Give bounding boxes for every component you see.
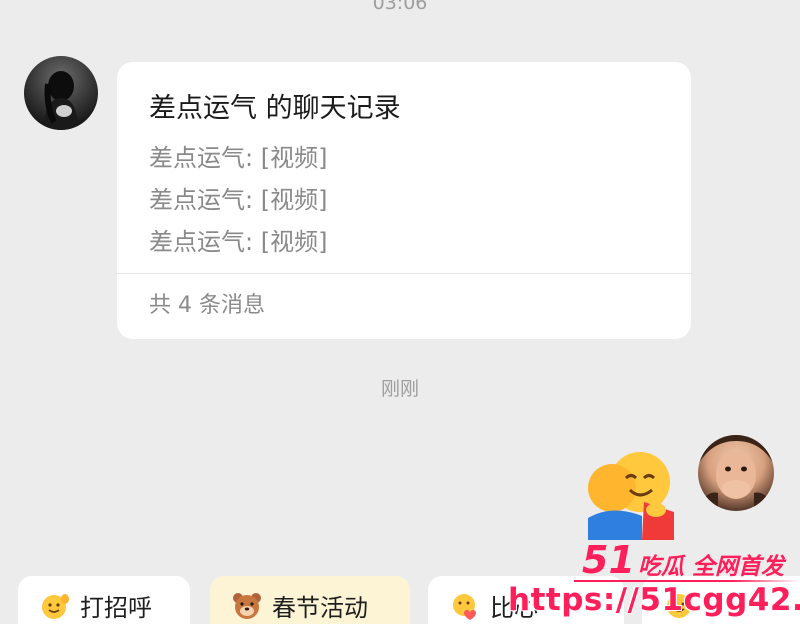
waving-emoji-icon bbox=[42, 594, 69, 619]
hug-emoji-icon[interactable] bbox=[582, 448, 682, 540]
watermark-badge: 51 bbox=[582, 538, 635, 582]
card-message-line: 差点运气: [视频] bbox=[149, 186, 328, 214]
quick-reply-label: 打招呼 bbox=[80, 593, 152, 622]
card-title: 差点运气 的聊天记录 bbox=[149, 93, 401, 124]
quick-reply-greet-button[interactable]: 打招呼 bbox=[18, 576, 190, 624]
avatar-portrait-image bbox=[44, 71, 78, 130]
chat-screen: 03:06 差点运气 的聊天记录 差点运气: [视频] 差点运气: [视频] 差… bbox=[0, 0, 800, 624]
heart-hands-emoji-icon bbox=[453, 594, 476, 620]
sender-avatar[interactable] bbox=[24, 56, 98, 130]
quick-reply-label: 春节活动 bbox=[272, 593, 368, 622]
quick-reply-spring-festival-button[interactable]: 春节活动 bbox=[210, 576, 410, 624]
hug-sticker-graphic bbox=[588, 452, 674, 540]
message-timestamp: 刚刚 bbox=[380, 378, 419, 400]
message-timestamp: 03:06 bbox=[372, 0, 428, 14]
card-message-count: 共 4 条消息 bbox=[149, 293, 265, 318]
chat-history-card[interactable]: 差点运气 的聊天记录 差点运气: [视频] 差点运气: [视频] 差点运气: [… bbox=[117, 62, 691, 339]
card-message-line: 差点运气: [视频] bbox=[149, 144, 328, 172]
own-avatar[interactable] bbox=[698, 435, 774, 511]
card-message-line: 差点运气: [视频] bbox=[149, 228, 328, 256]
site-watermark: 51 吃瓜 全网首发 bbox=[574, 538, 800, 584]
watermark-tagline: 吃瓜 全网首发 bbox=[638, 554, 785, 580]
avatar-portrait-image bbox=[698, 435, 774, 511]
card-divider bbox=[117, 273, 691, 274]
watermark-url: https://51cgg42.com bbox=[508, 582, 800, 618]
bear-emoji-icon bbox=[233, 593, 261, 619]
